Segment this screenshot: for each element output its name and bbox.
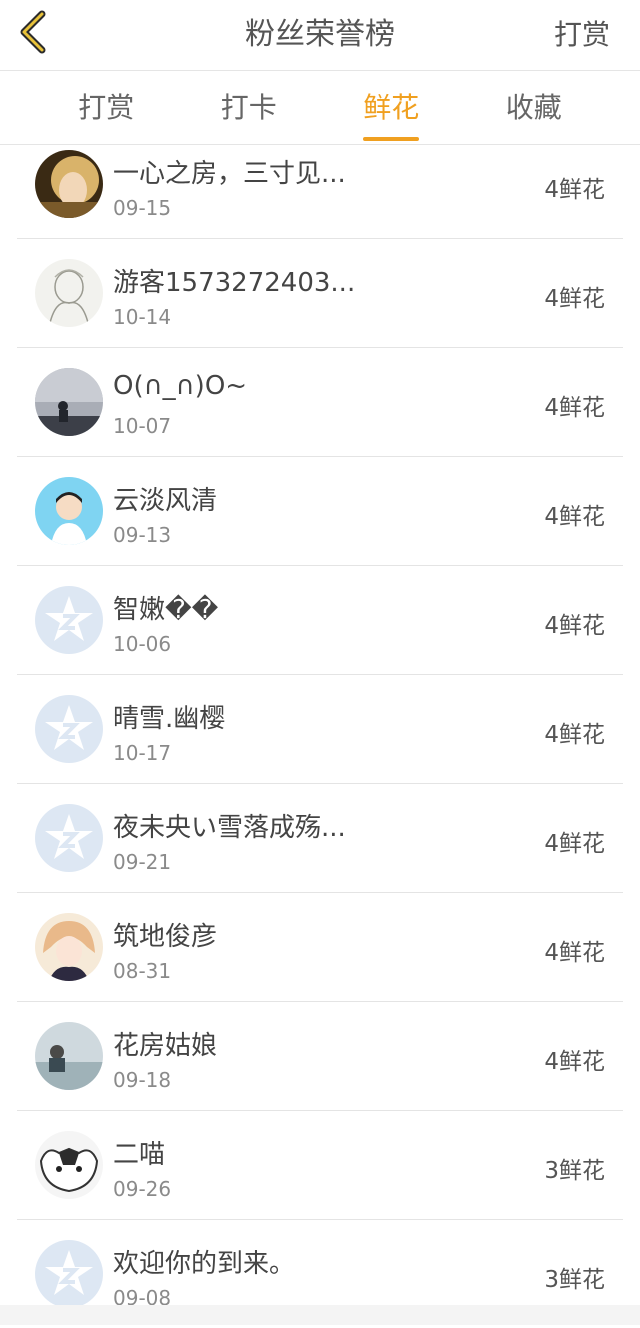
fan-date: 10-07 [113, 414, 172, 438]
page-title: 粉丝荣誉榜 [245, 17, 395, 52]
fan-date: 09-18 [113, 1068, 172, 1092]
top-bar: 粉丝荣誉榜 打赏 [0, 0, 640, 71]
flower-count: 3鲜花 [544, 1158, 605, 1184]
list-item[interactable]: 花房姑娘 09-18 4鲜花 [17, 1002, 623, 1111]
list-item[interactable]: 游客1573272403... 10-14 4鲜花 [17, 239, 623, 348]
flower-count: 3鲜花 [544, 1267, 605, 1293]
fan-name: O(∩_∩)O~ [113, 371, 248, 401]
flower-count: 4鲜花 [544, 722, 605, 748]
fan-name: 二喵 [113, 1140, 166, 1170]
list-item[interactable]: 智嫩�� 10-06 4鲜花 [17, 566, 623, 675]
flower-count: 4鲜花 [544, 613, 605, 639]
avatar [35, 913, 103, 981]
reward-button[interactable]: 打赏 [554, 0, 610, 70]
fan-name: 夜未央い雪落成殇... [113, 813, 346, 843]
fan-date: 10-06 [113, 632, 172, 656]
avatar [35, 695, 103, 763]
fan-ranking-list: 一心之房，三寸见... 09-15 4鲜花 游客1573272403... 10… [17, 130, 623, 1328]
avatar [35, 1131, 103, 1199]
list-item[interactable]: 一心之房，三寸见... 09-15 4鲜花 [17, 130, 623, 239]
flower-count: 4鲜花 [544, 177, 605, 203]
list-item[interactable]: 晴雪.幽樱 10-17 4鲜花 [17, 675, 623, 784]
flower-count: 4鲜花 [544, 395, 605, 421]
fan-name: 一心之房，三寸见... [113, 159, 346, 189]
list-item[interactable]: O(∩_∩)O~ 10-07 4鲜花 [17, 348, 623, 457]
fan-name: 游客1573272403... [113, 268, 356, 298]
fan-name: 智嫩�� [113, 595, 219, 625]
fan-date: 10-14 [113, 305, 172, 329]
flower-count: 4鲜花 [544, 940, 605, 966]
flower-count: 4鲜花 [544, 1049, 605, 1075]
fan-date: 10-17 [113, 741, 172, 765]
list-item[interactable]: 二喵 09-26 3鲜花 [17, 1111, 623, 1220]
list-item[interactable]: 云淡风清 09-13 4鲜花 [17, 457, 623, 566]
list-item[interactable]: 筑地俊彦 08-31 4鲜花 [17, 893, 623, 1002]
avatar [35, 368, 103, 436]
flower-count: 4鲜花 [544, 504, 605, 530]
avatar [35, 1022, 103, 1090]
avatar [35, 477, 103, 545]
fan-name: 筑地俊彦 [113, 922, 218, 952]
fan-name: 欢迎你的到来。 [113, 1249, 296, 1279]
list-item[interactable]: 夜未央い雪落成殇... 09-21 4鲜花 [17, 784, 623, 893]
fan-name: 花房姑娘 [113, 1031, 218, 1061]
flower-count: 4鲜花 [544, 831, 605, 857]
fan-date: 08-31 [113, 959, 172, 983]
fan-name: 云淡风清 [113, 486, 218, 516]
avatar [35, 1240, 103, 1308]
avatar [35, 586, 103, 654]
fan-name: 晴雪.幽樱 [113, 704, 226, 734]
flower-count: 4鲜花 [544, 286, 605, 312]
fan-date: 09-15 [113, 196, 172, 220]
fan-date: 09-21 [113, 850, 172, 874]
fan-date: 09-13 [113, 523, 172, 547]
fan-date: 09-26 [113, 1177, 172, 1201]
avatar [35, 804, 103, 872]
avatar [35, 259, 103, 327]
bottom-strip [0, 1305, 640, 1325]
avatar [35, 150, 103, 218]
